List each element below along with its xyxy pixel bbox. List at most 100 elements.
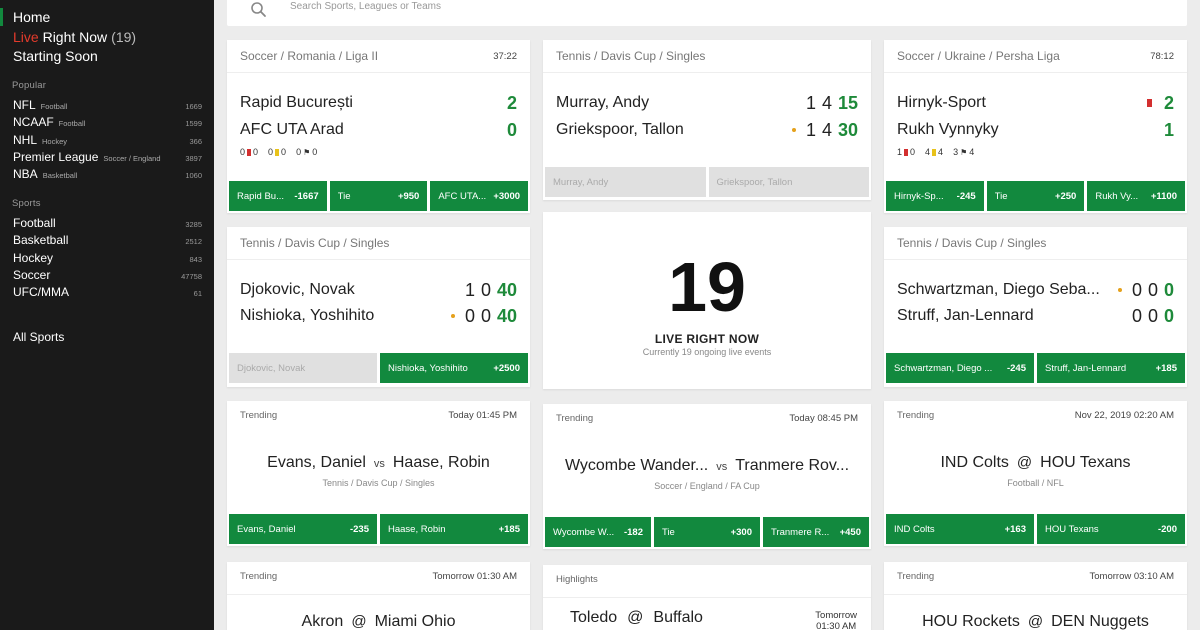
sidebar-item-nfl[interactable]: NFL Football 1669: [13, 97, 202, 114]
red-card-icon: [247, 148, 252, 156]
yellow-card-icon: [932, 148, 937, 156]
corner-flag-icon: ⚑: [303, 147, 311, 157]
red-card-icon: [1146, 99, 1152, 107]
live-summary-label: LIVE RIGHT NOW: [654, 332, 760, 346]
card-header: Trending Tomorrow 01:30 AM: [240, 571, 517, 582]
odds-button-away[interactable]: AFC UTA... +3000: [430, 181, 529, 211]
popular-list: NFL Football 1669 NCAAF Football 1599 NHL Hoc…: [13, 97, 202, 183]
card-header: Tennis / Davis Cup / Singles: [884, 227, 1187, 260]
live-summary-card[interactable]: 19 LIVE RIGHT NOW Currently 19 ongoing l…: [543, 212, 871, 389]
odds-buttons: Djokovic, Novak Nishioka, Yoshihito +2500: [229, 353, 528, 383]
sidebar-item-ufc-mma[interactable]: UFC/MMA 61: [13, 284, 202, 301]
team-row-home: Schwartzman, Diego Seba... 0 0 0: [897, 279, 1174, 300]
team-row-home: Rapid București 2: [240, 92, 517, 113]
event-time: Tomorrow 01:30 AM: [815, 610, 857, 630]
odds-button-tie[interactable]: Tie +950: [329, 181, 428, 211]
serve-indicator-icon: [791, 128, 796, 132]
trending-event-card[interactable]: Trending Tomorrow 03:10 AM HOU Rockets @…: [884, 562, 1187, 630]
team-row-home: Hirnyk-Sport 2: [897, 92, 1174, 113]
match-clock: 37:22: [493, 50, 517, 62]
team-row-away: Rukh Vynnyky 1: [897, 119, 1174, 140]
card-header: Soccer / Romania / Liga II 37:22: [227, 40, 530, 73]
main-nav: Home Live Right Now (19) Starting Soon: [13, 8, 136, 67]
corner-flag-icon: ⚑: [960, 147, 968, 157]
sidebar-item-basketball[interactable]: Basketball 2512: [13, 232, 202, 249]
odds-button-away[interactable]: HOU Texans -200: [1037, 514, 1185, 544]
nav-live-right-now[interactable]: Live Right Now (19): [13, 28, 136, 48]
away-score: 0: [506, 119, 517, 140]
search-bar[interactable]: Search Sports, Leagues or Teams: [227, 0, 1187, 26]
sidebar-item-soccer[interactable]: Soccer 47758: [13, 267, 202, 284]
active-indicator: [0, 8, 3, 26]
card-header: Highlights: [556, 574, 598, 585]
sidebar-item-nba[interactable]: NBA Basketball 1060: [13, 166, 202, 183]
trending-event-card[interactable]: Trending Nov 22, 2019 02:20 AM IND Colts…: [884, 401, 1187, 546]
sidebar-item-ncaaf[interactable]: NCAAF Football 1599: [13, 114, 202, 131]
odds-button-home[interactable]: Hirnyk-Sp... -245: [886, 181, 984, 211]
sidebar-item-football[interactable]: Football 3285: [13, 215, 202, 232]
odds-button-home[interactable]: Wycombe W... -182: [545, 517, 651, 547]
odds-buttons: Rapid Bu... -1667 Tie +950 AFC UTA... +3000: [229, 181, 529, 211]
home-score: 2: [1163, 92, 1174, 113]
live-event-card[interactable]: Tennis / Davis Cup / Singles Murray, And…: [543, 40, 871, 200]
odds-button-home[interactable]: Djokovic, Novak: [229, 353, 377, 383]
odds-buttons: Evans, Daniel -235 Haase, Robin +185: [229, 514, 528, 544]
search-icon: [251, 2, 266, 17]
sports-title: Sports: [12, 198, 41, 209]
trending-event-card[interactable]: Trending Today 01:45 PM Evans, Daniel vs…: [227, 401, 530, 546]
live-event-card[interactable]: Soccer / Ukraine / Persha Liga 78:12 Hir…: [884, 40, 1187, 213]
odds-button-away[interactable]: Nishioka, Yoshihito +2500: [380, 353, 528, 383]
card-header: Trending Today 01:45 PM: [240, 410, 517, 421]
live-event-card[interactable]: Tennis / Davis Cup / Singles Djokovic, N…: [227, 227, 530, 387]
trending-event-card[interactable]: Trending Tomorrow 01:30 AM Akron @ Miami…: [227, 562, 530, 630]
live-event-card[interactable]: Tennis / Davis Cup / Singles Schwartzman…: [884, 227, 1187, 387]
odds-button-home[interactable]: IND Colts +163: [886, 514, 1034, 544]
odds-button-away[interactable]: Rukh Vy... +1100: [1087, 181, 1186, 211]
trending-event-card[interactable]: Trending Today 08:45 PM Wycombe Wander..…: [543, 404, 871, 549]
highlight-event-card[interactable]: Highlights Toledo @ Buffalo Tomorrow 01:…: [543, 565, 871, 630]
nav-home[interactable]: Home: [13, 8, 136, 28]
team-row-home: Djokovic, Novak 1 0 40: [240, 279, 517, 300]
team-row-away: Struff, Jan-Lennard 0 0 0: [897, 305, 1174, 326]
away-score: 1: [1163, 119, 1174, 140]
sidebar-item-premier-league[interactable]: Premier League Soccer / England 3897: [13, 149, 202, 166]
nav-starting-soon[interactable]: Starting Soon: [13, 47, 136, 67]
odds-button-home[interactable]: Murray, Andy: [545, 167, 706, 197]
odds-buttons: Wycombe W... -182 Tie +300 Tranmere R... +4…: [545, 517, 869, 547]
match-stats: 00 00 0 ⚑ 0: [240, 147, 318, 157]
matchup: Evans, Daniel vs Haase, Robin: [267, 454, 490, 471]
matchup-league: Tennis / Davis Cup / Singles: [322, 478, 435, 488]
odds-buttons: IND Colts +163 HOU Texans -200: [886, 514, 1185, 544]
nav-all-sports[interactable]: All Sports: [13, 330, 64, 344]
live-summary-sub: Currently 19 ongoing live events: [642, 347, 772, 357]
team-row-home: Murray, Andy 1 4 15: [556, 92, 858, 113]
popular-title: Popular: [12, 80, 47, 91]
odds-button-away[interactable]: Haase, Robin +185: [380, 514, 528, 544]
live-count-big: 19: [668, 248, 746, 326]
red-card-icon: [904, 148, 909, 156]
card-header: Trending Nov 22, 2019 02:20 AM: [897, 410, 1174, 421]
odds-button-tie[interactable]: Tie +300: [654, 517, 760, 547]
odds-button-tie[interactable]: Tie +250: [986, 181, 1085, 211]
card-header: Trending Today 08:45 PM: [556, 413, 858, 424]
team-row-away: Nishioka, Yoshihito 0 0 40: [240, 305, 517, 326]
team-row-away: Griekspoor, Tallon 1 4 30: [556, 119, 858, 140]
live-event-card[interactable]: Soccer / Romania / Liga II 37:22 Rapid B…: [227, 40, 530, 213]
odds-button-home[interactable]: Evans, Daniel -235: [229, 514, 377, 544]
odds-button-home[interactable]: Schwartzman, Diego ... -245: [886, 353, 1034, 383]
home-score: 2: [506, 92, 517, 113]
odds-button-home[interactable]: Rapid Bu... -1667: [229, 181, 327, 211]
matchup: Akron @ Miami Ohio: [301, 613, 456, 630]
card-header: Trending Tomorrow 03:10 AM: [897, 571, 1174, 582]
odds-buttons: Hirnyk-Sp... -245 Tie +250 Rukh Vy... +1100: [886, 181, 1186, 211]
card-header: Soccer / Ukraine / Persha Liga 78:12: [884, 40, 1187, 73]
sidebar-item-hockey[interactable]: Hockey 843: [13, 250, 202, 267]
odds-button-away[interactable]: Griekspoor, Tallon: [708, 167, 869, 197]
sidebar: Home Live Right Now (19) Starting Soon Po…: [0, 0, 214, 630]
odds-button-away[interactable]: Tranmere R... +450: [763, 517, 869, 547]
odds-button-away[interactable]: Struff, Jan-Lennard +185: [1037, 353, 1185, 383]
match-clock: 78:12: [1150, 50, 1174, 62]
serve-indicator-icon: [1117, 288, 1122, 292]
match-stats: 10 44 3 ⚑ 4: [897, 147, 975, 157]
sidebar-item-nhl[interactable]: NHL Hockey 366: [13, 132, 202, 149]
